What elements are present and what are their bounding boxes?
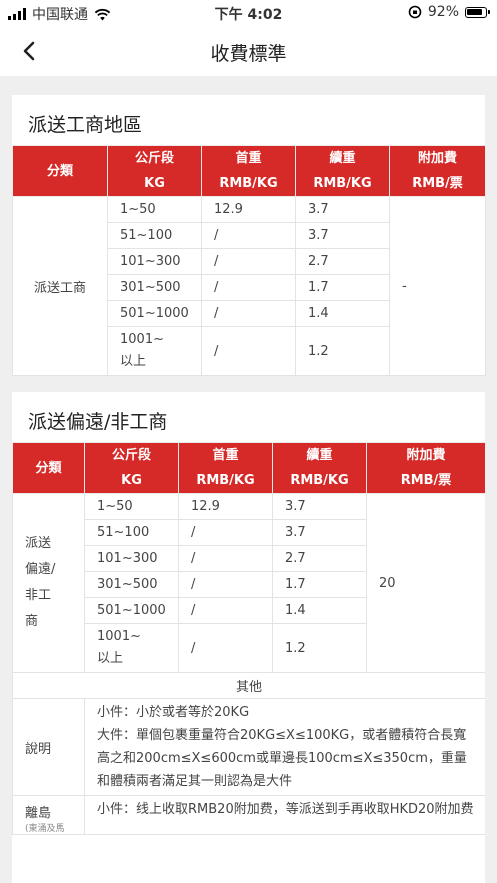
table-header-row: 分類 公斤段 KG 首重 RMB/KG 續重 RMB/KG 附加費 RMB/票 <box>12 442 485 494</box>
other-header-row: 其他 <box>12 672 485 699</box>
continued-weight-cell: 1.4 <box>272 597 367 624</box>
continued-weight-cell: 1.7 <box>272 571 367 598</box>
range-cell: 101~300 <box>107 248 202 275</box>
note-label-description: 說明 <box>12 698 85 796</box>
section-commercial-card: 派送工商地區 分類 公斤段 KG 首重 RMB/KG 續重 RMB/KG 附加費 RMB… <box>12 95 486 376</box>
first-weight-cell: 12.9 <box>178 493 273 520</box>
note-row-description: 說明 小件：小於或者等於20KG 大件：單個包裹重量符合20KG≤X≤100KG… <box>12 698 485 796</box>
header-surcharge: 附加費 RMB/票 <box>366 442 485 494</box>
continued-weight-cell: 1.2 <box>272 623 367 673</box>
section-remote-card: 派送偏遠/非工商 分類 公斤段 KG 首重 RMB/KG 續重 RMB/KG 附加費 R… <box>12 392 485 883</box>
orientation-lock-icon <box>408 5 422 19</box>
range-cell: 301~500 <box>107 274 202 301</box>
category-cell: 派送工商 <box>12 196 108 376</box>
first-weight-cell: / <box>178 623 273 673</box>
category-cell: 派送偏遠/非工商 <box>12 493 85 673</box>
note-line-island-small-item: 小件：线上收取RMB20附加费，等派送到手再收取HKD20附加费 <box>97 802 474 817</box>
header-surcharge: 附加費 RMB/票 <box>389 145 486 197</box>
continued-weight-cell: 2.7 <box>272 545 367 572</box>
rate-table-commercial: 分類 公斤段 KG 首重 RMB/KG 續重 RMB/KG 附加費 RMB/票 派送工商… <box>12 145 486 376</box>
range-cell: 1~50 <box>107 196 202 223</box>
range-cell: 301~500 <box>84 571 179 598</box>
continued-weight-cell: 1.2 <box>295 326 390 376</box>
header-first-weight: 首重 RMB/KG <box>178 442 273 494</box>
header-weight-range: 公斤段 KG <box>84 442 179 494</box>
first-weight-cell: / <box>201 274 296 301</box>
first-weight-cell: / <box>201 300 296 327</box>
first-weight-cell: 12.9 <box>201 196 296 223</box>
header-category: 分類 <box>12 145 108 197</box>
status-right: 92% <box>408 4 490 20</box>
range-cell: 1001~以上 <box>84 623 179 673</box>
note-row-outlying-island: 離島 (東涌及馬 小件：线上收取RMB20附加费，等派送到手再收取HKD20附加… <box>12 795 485 835</box>
continued-weight-cell: 1.7 <box>295 274 390 301</box>
continued-weight-cell: 3.7 <box>272 519 367 546</box>
range-cell: 501~1000 <box>84 597 179 624</box>
range-cell: 101~300 <box>84 545 179 572</box>
nav-bar: 收費標準 <box>0 26 497 76</box>
range-cell: 501~1000 <box>107 300 202 327</box>
rate-table-remote: 分類 公斤段 KG 首重 RMB/KG 續重 RMB/KG 附加費 RMB/票 派送偏遠… <box>12 442 485 835</box>
first-weight-cell: / <box>201 248 296 275</box>
first-weight-cell: / <box>178 597 273 624</box>
table-header-row: 分類 公斤段 KG 首重 RMB/KG 續重 RMB/KG 附加費 RMB/票 <box>12 145 486 197</box>
range-cell: 1~50 <box>84 493 179 520</box>
range-cell: 1001~以上 <box>107 326 202 376</box>
header-first-weight: 首重 RMB/KG <box>201 145 296 197</box>
first-weight-cell: / <box>201 222 296 249</box>
status-bar: 中国联通 下午 4:02 92% <box>0 0 497 26</box>
continued-weight-cell: 1.4 <box>295 300 390 327</box>
header-weight-range: 公斤段 KG <box>107 145 202 197</box>
continued-weight-cell: 3.7 <box>272 493 367 520</box>
section-remote-title: 派送偏遠/非工商 <box>28 411 168 433</box>
header-continued-weight: 續重 RMB/KG <box>272 442 367 494</box>
range-cell: 51~100 <box>107 222 202 249</box>
table-row: 派送偏遠/非工商 1~50 12.9 3.7 20 <box>12 493 485 673</box>
continued-weight-cell: 3.7 <box>295 222 390 249</box>
table-row: 派送工商 1~50 12.9 3.7 - <box>12 196 486 376</box>
note-label-outlying-island: 離島 (東涌及馬 <box>12 795 85 835</box>
battery-percent: 92% <box>427 4 459 20</box>
first-weight-cell: / <box>201 326 296 376</box>
first-weight-cell: / <box>178 545 273 572</box>
section-commercial-title: 派送工商地區 <box>28 114 143 136</box>
first-weight-cell: / <box>178 519 273 546</box>
battery-icon <box>465 6 490 18</box>
first-weight-cell: / <box>178 571 273 598</box>
note-line-large-item: 大件：單個包裹重量符合20KG≤X≤100KG，或者體積符合長寬高之和200cm… <box>97 728 467 789</box>
page-title: 收費標準 <box>210 43 287 65</box>
header-continued-weight: 續重 RMB/KG <box>295 145 390 197</box>
header-category: 分類 <box>12 442 85 494</box>
continued-weight-cell: 2.7 <box>295 248 390 275</box>
continued-weight-cell: 3.7 <box>295 196 390 223</box>
range-cell: 51~100 <box>84 519 179 546</box>
surcharge-cell: - <box>389 196 486 376</box>
surcharge-cell: 20 <box>366 493 485 673</box>
note-text-outlying-island: 小件：线上收取RMB20附加费，等派送到手再收取HKD20附加费 <box>84 795 485 835</box>
note-text-description: 小件：小於或者等於20KG 大件：單個包裹重量符合20KG≤X≤100KG，或者… <box>84 698 485 796</box>
other-header: 其他 <box>12 672 485 699</box>
note-line-small-item: 小件：小於或者等於20KG <box>97 705 250 720</box>
